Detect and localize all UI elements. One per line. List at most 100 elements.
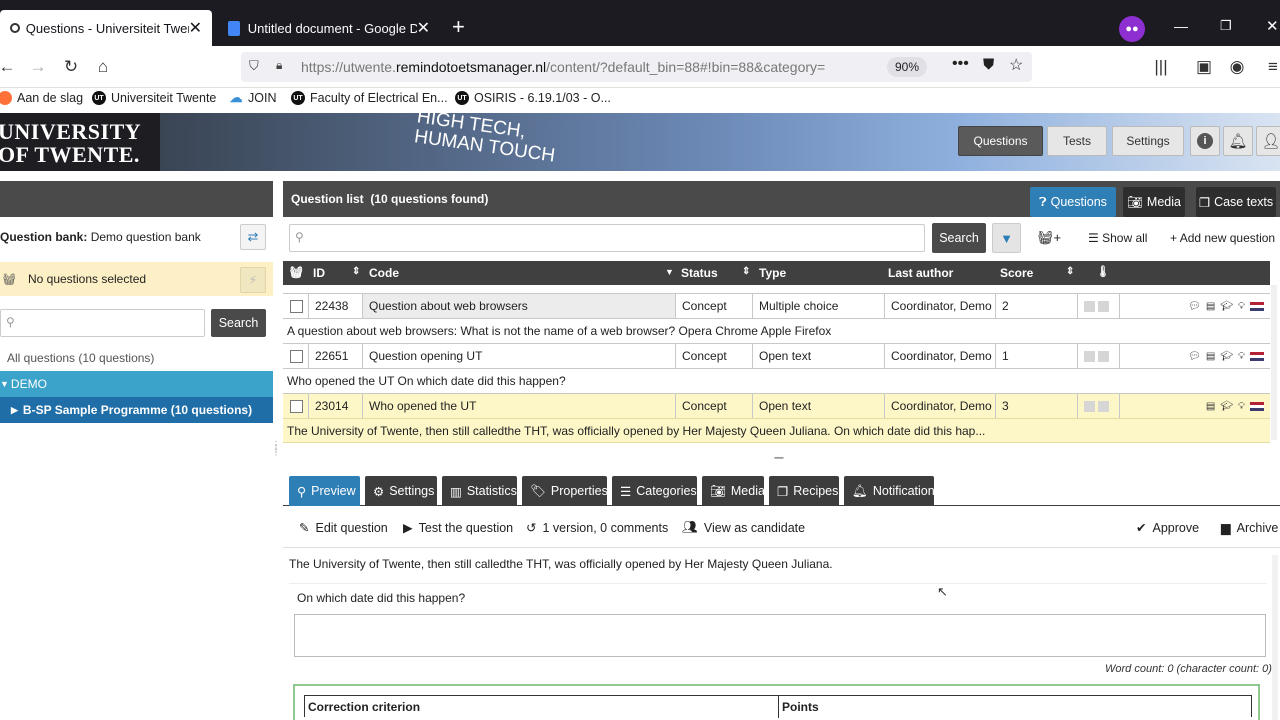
- archive-button[interactable]: ▆ Archive: [1221, 520, 1278, 536]
- sort-icon[interactable]: ⇕: [742, 266, 750, 277]
- column-score[interactable]: Score: [1000, 266, 1033, 280]
- tab-media[interactable]: 📷︎ Media: [1123, 187, 1185, 217]
- add-to-basket-icon[interactable]: 🧺︎+: [1037, 230, 1061, 246]
- lightning-icon[interactable]: ⚡︎: [240, 267, 266, 293]
- bookmark-star-icon[interactable]: ☆: [1009, 55, 1023, 75]
- row-checkbox-cell[interactable]: [283, 344, 309, 368]
- sort-icon[interactable]: ⇕: [1066, 266, 1074, 277]
- comments-icon[interactable]: 💬︎: [1188, 351, 1201, 362]
- forward-icon[interactable]: →: [27, 56, 49, 78]
- versions-button[interactable]: ↺ 1 version, 0 comments: [526, 520, 668, 536]
- url-text[interactable]: https://utwente.remindotoetsmanager.nl/c…: [301, 59, 825, 75]
- tab-statistics[interactable]: ▥ Statistics: [442, 476, 517, 506]
- browser-tab-questions[interactable]: Questions - Universiteit Twente ✕: [0, 10, 212, 46]
- lightbulb-icon[interactable]: 💡︎: [1238, 301, 1245, 312]
- tree-item-programme[interactable]: ▶ B-SP Sample Programme (10 questions): [0, 397, 273, 423]
- row-checkbox[interactable]: [290, 399, 303, 413]
- file-icon[interactable]: ▤: [1206, 351, 1215, 362]
- column-type[interactable]: Type: [759, 266, 786, 280]
- graduation-icon[interactable]: 🎓︎: [1220, 301, 1233, 312]
- table-row[interactable]: 22651 Question opening UT Concept Open t…: [283, 343, 1270, 369]
- sidebar-search-button[interactable]: Search: [211, 309, 266, 337]
- close-window-icon[interactable]: ✕: [1266, 17, 1279, 35]
- bookmark-item[interactable]: ☁ JOIN: [229, 90, 276, 105]
- nav-questions[interactable]: Questions: [958, 126, 1043, 156]
- bookmark-item[interactable]: Aan de slag: [0, 91, 83, 105]
- more-icon[interactable]: •••: [952, 55, 969, 73]
- resize-handle[interactable]: ⋮ ⋮ ⋮: [272, 441, 280, 467]
- tab-properties[interactable]: 🏷︎ Properties: [522, 476, 608, 506]
- preview-scrollbar[interactable]: [1272, 555, 1278, 720]
- bell-icon[interactable]: 🔔︎: [1223, 126, 1253, 156]
- column-code[interactable]: Code: [369, 266, 399, 280]
- column-status[interactable]: Status: [681, 266, 718, 280]
- view-as-candidate-button[interactable]: 👥︎ View as candidate: [682, 520, 805, 535]
- show-all-button[interactable]: ☰ Show all: [1088, 231, 1147, 245]
- edit-question-button[interactable]: ✎ Edit question: [299, 520, 388, 536]
- row-checkbox[interactable]: [290, 299, 303, 313]
- tab-questions[interactable]: ❓︎ Questions: [1030, 187, 1116, 217]
- answer-textarea[interactable]: [294, 614, 1266, 657]
- column-last-author[interactable]: Last author: [888, 266, 953, 280]
- row-checkbox[interactable]: [290, 349, 303, 363]
- filter-icon[interactable]: ▼: [992, 223, 1021, 253]
- row-checkbox-cell[interactable]: [283, 394, 309, 418]
- menu-icon[interactable]: ≡: [1262, 56, 1280, 78]
- tab-settings[interactable]: ⚙ Settings: [365, 476, 437, 506]
- table-row[interactable]: 22438 Question about web browsers Concep…: [283, 293, 1270, 319]
- switch-bank-icon[interactable]: ⇄: [240, 224, 266, 250]
- all-questions-link[interactable]: All questions (10 questions): [7, 351, 154, 365]
- file-icon[interactable]: ▤: [1206, 401, 1215, 412]
- reload-icon[interactable]: ↻: [60, 56, 82, 78]
- sort-icon[interactable]: ⇕: [352, 266, 360, 277]
- tab-notifications[interactable]: 🔔︎ Notifications: [844, 476, 941, 506]
- close-tab-icon[interactable]: ✕: [417, 18, 430, 38]
- question-search-button[interactable]: Search: [932, 223, 986, 253]
- account-icon[interactable]: ◉: [1226, 56, 1248, 78]
- bookmark-item[interactable]: UT Faculty of Electrical En...: [291, 91, 448, 105]
- url-bar[interactable]: ⛉ 🔒︎ https://utwente.remindotoetsmanager…: [241, 52, 1032, 82]
- tab-preview[interactable]: ⚲ Preview: [289, 476, 360, 506]
- lightbulb-icon[interactable]: 💡︎: [1238, 401, 1245, 412]
- splitter-handle[interactable]: ▪▪▪▪▪▪: [774, 455, 784, 462]
- info-icon[interactable]: i: [1190, 126, 1220, 156]
- sort-desc-icon[interactable]: ▼: [665, 267, 674, 277]
- bookmark-item[interactable]: UT Universiteit Twente: [92, 91, 216, 105]
- nav-settings[interactable]: Settings: [1112, 126, 1184, 156]
- shield-icon[interactable]: ⛉: [249, 58, 259, 74]
- file-icon[interactable]: ▤: [1206, 301, 1215, 312]
- add-question-button[interactable]: + Add new question: [1170, 231, 1275, 245]
- close-tab-icon[interactable]: ✕: [189, 18, 202, 38]
- comments-icon[interactable]: 💬︎: [1188, 301, 1201, 312]
- tab-recipes[interactable]: ❐ Recipes: [769, 476, 839, 506]
- graduation-icon[interactable]: 🎓︎: [1220, 401, 1233, 412]
- zoom-badge[interactable]: 90%: [887, 57, 927, 77]
- row-checkbox-cell[interactable]: [283, 294, 309, 318]
- user-icon[interactable]: 👤︎: [1256, 126, 1280, 156]
- tab-media-preview[interactable]: 📷︎ Media: [702, 476, 765, 506]
- question-search-input[interactable]: ⚲: [289, 224, 925, 252]
- nav-tests[interactable]: Tests: [1047, 126, 1107, 156]
- lightbulb-icon[interactable]: 💡︎: [1238, 351, 1245, 362]
- lock-icon[interactable]: 🔒︎: [276, 58, 282, 73]
- table-scrollbar[interactable]: [1271, 285, 1277, 440]
- tab-case-texts[interactable]: ❐ Case texts: [1196, 187, 1276, 217]
- new-tab-button[interactable]: +: [452, 14, 465, 40]
- test-question-button[interactable]: ▶ Test the question: [403, 520, 513, 536]
- tab-categories[interactable]: ☰ Categories: [612, 476, 697, 506]
- sidebar-icon[interactable]: ▣: [1193, 56, 1215, 78]
- graduation-icon[interactable]: 🎓︎: [1220, 351, 1233, 362]
- approve-button[interactable]: ✔ Approve: [1136, 520, 1199, 536]
- table-row-selected[interactable]: 23014 Who opened the UT Concept Open tex…: [283, 393, 1270, 419]
- home-icon[interactable]: ⌂: [92, 56, 114, 78]
- pocket-icon[interactable]: ⛊: [983, 56, 994, 73]
- tree-item-demo[interactable]: ▼ DEMO: [0, 371, 273, 397]
- library-icon[interactable]: |||: [1150, 56, 1172, 78]
- restore-icon[interactable]: ❐: [1220, 18, 1232, 34]
- browser-tab-docs[interactable]: Untitled document - Google Docs ✕: [218, 10, 440, 46]
- back-icon[interactable]: ←: [0, 56, 18, 78]
- sidebar-search-input[interactable]: ⚲: [0, 309, 205, 337]
- minimize-icon[interactable]: —: [1174, 18, 1188, 34]
- bookmark-item[interactable]: UT OSIRIS - 6.19.1/03 - O...: [455, 91, 611, 105]
- column-id[interactable]: ID: [313, 266, 325, 280]
